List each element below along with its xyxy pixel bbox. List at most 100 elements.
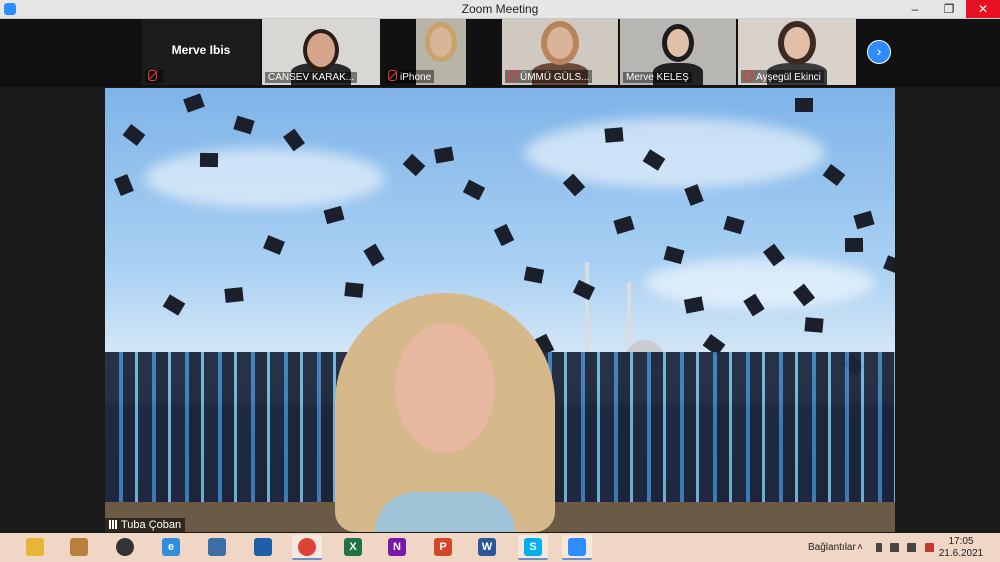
signal-bars-icon xyxy=(109,520,118,529)
volume-icon[interactable] xyxy=(907,543,916,552)
window-title: Zoom Meeting xyxy=(461,2,539,16)
participant-tile[interactable]: CANSEV KARAK... xyxy=(262,19,380,85)
participant-label: ÜMMÜ GÜLS... xyxy=(505,70,593,83)
minimize-button[interactable]: – xyxy=(898,0,932,18)
mic-muted-icon xyxy=(148,70,157,81)
clock-time: 17:05 xyxy=(948,536,974,547)
background-cloud xyxy=(145,148,385,208)
taskbar-button[interactable] xyxy=(248,535,278,560)
network-label[interactable]: Bağlantılar xyxy=(808,533,856,562)
media-player-icon xyxy=(116,538,134,556)
graduation-cap xyxy=(795,98,813,112)
taskbar-button[interactable] xyxy=(562,535,592,560)
graduation-cap xyxy=(162,294,186,316)
graduation-cap xyxy=(572,279,596,301)
participant-strip: Merve Ibis CANSEV KARAK... iPhone ÜMMÜ G… xyxy=(0,19,1000,87)
tray-expand-icon[interactable]: ˄ xyxy=(857,533,863,562)
participant-label: iPhone xyxy=(385,70,435,83)
participant-video-face xyxy=(303,29,339,71)
graduation-cap xyxy=(613,215,635,235)
participant-tile[interactable]: Merve KELEŞ xyxy=(620,19,736,85)
onenote-icon: N xyxy=(388,538,406,556)
graduation-cap xyxy=(462,179,486,201)
skype-icon: S xyxy=(524,538,542,556)
maximize-button[interactable]: ❐ xyxy=(932,0,966,18)
mic-muted-icon xyxy=(388,70,397,81)
participant-name-large: Merve Ibis xyxy=(171,43,231,57)
main-video: Tuba Çoban xyxy=(105,88,895,532)
taskbar-button[interactable]: S xyxy=(518,535,548,560)
participant-tile[interactable]: Ayşegül Ekinci xyxy=(738,19,856,85)
taskbar-button[interactable]: X xyxy=(338,535,368,560)
graduation-cap xyxy=(844,237,864,253)
graduation-cap xyxy=(683,296,705,314)
taskbar-button[interactable] xyxy=(64,535,94,560)
zoom-icon xyxy=(568,538,586,556)
taskbar-button[interactable]: N xyxy=(382,535,412,560)
speaker-face xyxy=(395,323,495,453)
graduation-cap xyxy=(663,245,685,265)
graduation-cap xyxy=(883,255,895,275)
participant-label: CANSEV KARAK... xyxy=(265,72,358,83)
participant-video-face xyxy=(430,27,452,57)
chrome-icon xyxy=(298,538,316,556)
mic-muted-icon xyxy=(744,70,753,81)
graduation-cap xyxy=(183,93,205,113)
word-icon: W xyxy=(478,538,496,556)
participant-video-face xyxy=(547,27,573,59)
graduation-cap xyxy=(853,210,875,230)
graduation-cap xyxy=(822,163,846,187)
graduation-cap xyxy=(523,266,545,284)
graduation-cap xyxy=(604,127,624,143)
graduation-cap xyxy=(263,235,285,255)
graduation-cap xyxy=(224,287,244,303)
mic-muted-icon xyxy=(508,70,517,81)
graduation-cap xyxy=(363,243,385,267)
graduation-cap xyxy=(199,152,219,168)
ie-icon: e xyxy=(162,538,180,556)
app-icon-2 xyxy=(70,538,88,556)
excel-icon: X xyxy=(344,538,362,556)
file-explorer-icon xyxy=(26,538,44,556)
graduation-cap xyxy=(433,146,455,164)
background-minaret xyxy=(585,262,589,362)
graduation-cap xyxy=(122,123,146,147)
speaker-video xyxy=(335,293,555,532)
participant-video-face xyxy=(667,29,689,57)
windows-taskbar: e X N P W S Bağlantılar ˄ 17:05 21.6.2021 xyxy=(0,533,1000,562)
battery-icon[interactable] xyxy=(876,543,882,552)
window-titlebar: Zoom Meeting – ❐ ✕ xyxy=(0,0,1000,19)
participant-label: Merve KELEŞ xyxy=(623,72,692,83)
taskbar-button[interactable]: P xyxy=(428,535,458,560)
participant-label xyxy=(145,70,163,83)
close-button[interactable]: ✕ xyxy=(966,0,1000,18)
graduation-cap xyxy=(233,115,255,135)
participant-tile[interactable]: Merve Ibis xyxy=(142,19,260,85)
participant-video-face xyxy=(784,27,810,59)
participant-tile[interactable]: ÜMMÜ GÜLS... xyxy=(502,19,618,85)
notification-icon[interactable] xyxy=(925,543,934,552)
speaker-shirt xyxy=(375,492,515,532)
app-icon-5 xyxy=(208,538,226,556)
taskbar-button[interactable] xyxy=(292,535,322,560)
active-speaker-label: Tuba Çoban xyxy=(105,518,186,532)
graduation-cap xyxy=(493,223,515,247)
graduation-cap xyxy=(402,153,426,177)
chevron-right-icon[interactable]: › xyxy=(867,40,891,64)
taskbar-button[interactable]: e xyxy=(156,535,186,560)
participant-label: Ayşegül Ekinci xyxy=(741,70,824,83)
powerpoint-icon: P xyxy=(434,538,452,556)
graduation-cap xyxy=(323,205,345,225)
taskbar-button[interactable] xyxy=(110,535,140,560)
taskbar-button[interactable] xyxy=(202,535,232,560)
graduation-cap xyxy=(114,174,134,196)
taskbar-button[interactable] xyxy=(20,535,50,560)
network-icon[interactable] xyxy=(890,543,899,552)
clock-date: 21.6.2021 xyxy=(938,548,984,559)
app-icon-6 xyxy=(254,538,272,556)
participant-tile[interactable]: iPhone xyxy=(382,19,500,85)
taskbar-button[interactable]: W xyxy=(472,535,502,560)
graduation-cap xyxy=(804,317,824,333)
graduation-cap xyxy=(723,215,745,235)
taskbar-clock[interactable]: 17:05 21.6.2021 xyxy=(936,536,986,560)
